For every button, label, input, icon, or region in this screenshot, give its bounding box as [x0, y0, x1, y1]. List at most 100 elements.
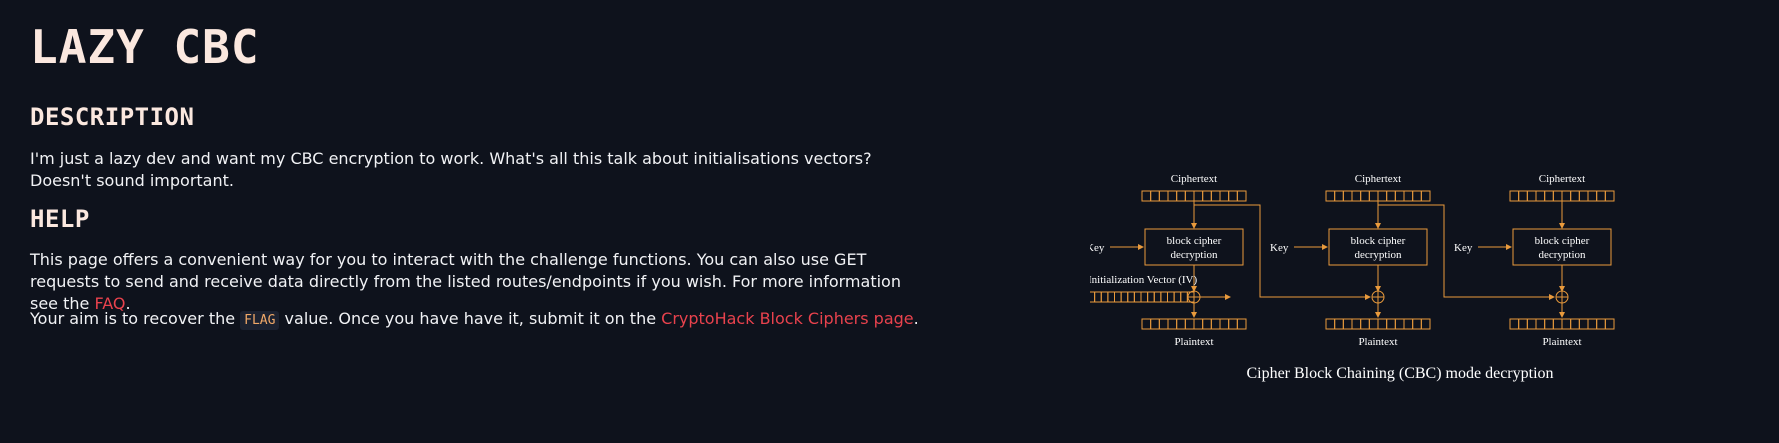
ciphertext-block-2-cell: [1412, 190, 1422, 202]
plaintext-block-2-cell: [1351, 318, 1362, 330]
plaintext-block-1-cell: [1193, 318, 1204, 330]
ciphertext-block-3-cell: [1509, 190, 1520, 202]
plaintext-block-1-cell: [1141, 318, 1152, 330]
aim-text-start: Your aim is to recover the: [30, 309, 241, 328]
plaintext-block-1-cell: [1176, 318, 1186, 330]
plaintext-block-1-cell: [1228, 318, 1238, 330]
block-cipher-label-1: block cipher: [1167, 235, 1222, 247]
plaintext-block-2-cell: [1412, 318, 1422, 330]
plaintext-block-1-cell: [1210, 318, 1221, 330]
plaintext-block-3-cell: [1535, 318, 1546, 330]
aim-text-mid: value. Once you have have it, submit it …: [279, 309, 662, 328]
iv-block-cell: [1133, 291, 1142, 303]
ciphertext-block-3-cell: [1552, 190, 1563, 202]
ciphertext-block-2-cell: [1351, 190, 1362, 202]
plaintext-block-3-cell: [1561, 318, 1572, 330]
plaintext-block-3-cell: [1526, 318, 1537, 330]
plaintext-block-2-cell: [1342, 318, 1353, 330]
plaintext-block-2-cell: [1368, 318, 1379, 330]
plaintext-block-2-cell: [1334, 318, 1344, 330]
iv-block-cell: [1160, 291, 1168, 303]
help-heading: HELP: [30, 205, 90, 233]
plaintext-block-2-cell: [1394, 318, 1405, 330]
plaintext-block-3-cell: [1570, 318, 1580, 330]
ciphertext-block-2-cell: [1360, 190, 1370, 202]
iv-block-cell: [1100, 291, 1109, 303]
block-cipher-label-3-line2: decryption: [1538, 249, 1586, 261]
plaintext-block-2-cell: [1403, 318, 1414, 330]
ciphertext-block-1-cell: [1202, 190, 1212, 202]
block-cipher-label-1-line2: decryption: [1170, 249, 1218, 261]
ciphertext-block-1-cell: [1219, 190, 1230, 202]
plaintext-block-2-cell: [1377, 318, 1388, 330]
ciphertext-block-1-cell: [1236, 190, 1247, 202]
ciphertext-block-2-cell: [1368, 190, 1379, 202]
ciphertext-block-1-cell: [1193, 190, 1204, 202]
iv-block-cell: [1120, 291, 1129, 303]
plaintext-block-3-cell: [1604, 318, 1615, 330]
block-cipher-label-2: block cipher: [1351, 235, 1406, 247]
block-ciphers-link[interactable]: CryptoHack Block Ciphers page: [661, 309, 914, 328]
plaintext-block-1-cell: [1184, 318, 1195, 330]
iv-block-cell: [1107, 291, 1115, 303]
plaintext-block-1-cell: [1236, 318, 1247, 330]
iv-block-cell: [1167, 291, 1175, 303]
ciphertext-block-3-cell: [1535, 190, 1546, 202]
iv-block-cell: [1147, 291, 1155, 303]
ciphertext-label-2: Ciphertext: [1355, 173, 1401, 185]
block-cipher-label-3: block cipher: [1535, 235, 1590, 247]
ciphertext-block-3-cell: [1578, 190, 1589, 202]
ciphertext-block-2-cell: [1334, 190, 1344, 202]
iv-label: Initialization Vector (IV): [1090, 274, 1197, 286]
plaintext-block-3-cell: [1544, 318, 1554, 330]
plaintext-block-3-cell: [1509, 318, 1520, 330]
key-label-3: Key: [1454, 242, 1473, 254]
ciphertext-block-2-cell: [1394, 190, 1405, 202]
ciphertext-block-1-cell: [1184, 190, 1195, 202]
description-text: I'm just a lazy dev and want my CBC encr…: [30, 149, 872, 190]
ciphertext-block-3-cell: [1544, 190, 1554, 202]
help-text-body: This page offers a convenient way for yo…: [30, 250, 901, 313]
iv-block-cell: [1140, 291, 1149, 303]
ciphertext-block-2-cell: [1342, 190, 1353, 202]
iv-block-cell: [1153, 291, 1162, 303]
plaintext-block-2-cell: [1325, 318, 1336, 330]
plaintext-block-1-cell: [1150, 318, 1160, 330]
ciphertext-block-3-cell: [1570, 190, 1580, 202]
ciphertext-block-1-cell: [1210, 190, 1221, 202]
plaintext-block-1-cell: [1219, 318, 1230, 330]
description-heading: DESCRIPTION: [30, 103, 195, 131]
ciphertext-block-2-cell: [1403, 190, 1414, 202]
page-title: LAZY CBC: [30, 20, 260, 74]
iv-block-cell: [1180, 291, 1188, 303]
ciphertext-block-1-cell: [1150, 190, 1160, 202]
ciphertext-block-3-cell: [1526, 190, 1537, 202]
plaintext-block-1-cell: [1158, 318, 1169, 330]
ciphertext-block-1-cell: [1158, 190, 1169, 202]
ciphertext-block-3-cell: [1587, 190, 1598, 202]
ciphertext-block-2-cell: [1386, 190, 1396, 202]
iv-block-cell: [1173, 291, 1182, 303]
diagram-caption: Cipher Block Chaining (CBC) mode decrypt…: [1246, 365, 1554, 382]
ciphertext-block-1-cell: [1141, 190, 1152, 202]
iv-block-cell: [1127, 291, 1135, 303]
aim-text: Your aim is to recover the FLAG value. O…: [30, 308, 930, 332]
flag-code: FLAG: [240, 311, 280, 330]
ciphertext-block-1-cell: [1228, 190, 1238, 202]
key-label-1: Key: [1090, 242, 1105, 254]
iv-block-cell: [1090, 291, 1096, 303]
ciphertext-block-2-cell: [1420, 190, 1431, 202]
ciphertext-block-3-cell: [1596, 190, 1606, 202]
plaintext-block-3-cell: [1596, 318, 1606, 330]
block-cipher-label-2-line2: decryption: [1354, 249, 1402, 261]
ciphertext-block-1-cell: [1176, 190, 1186, 202]
plaintext-block-1-cell: [1167, 318, 1178, 330]
plaintext-block-3-cell: [1552, 318, 1563, 330]
plaintext-label-2: Plaintext: [1358, 336, 1397, 348]
ciphertext-label-1: Ciphertext: [1171, 173, 1217, 185]
ciphertext-block-3-cell: [1604, 190, 1615, 202]
plaintext-block-3-cell: [1587, 318, 1598, 330]
ciphertext-block-2-cell: [1325, 190, 1336, 202]
plaintext-block-2-cell: [1420, 318, 1431, 330]
key-label-2: Key: [1270, 242, 1289, 254]
